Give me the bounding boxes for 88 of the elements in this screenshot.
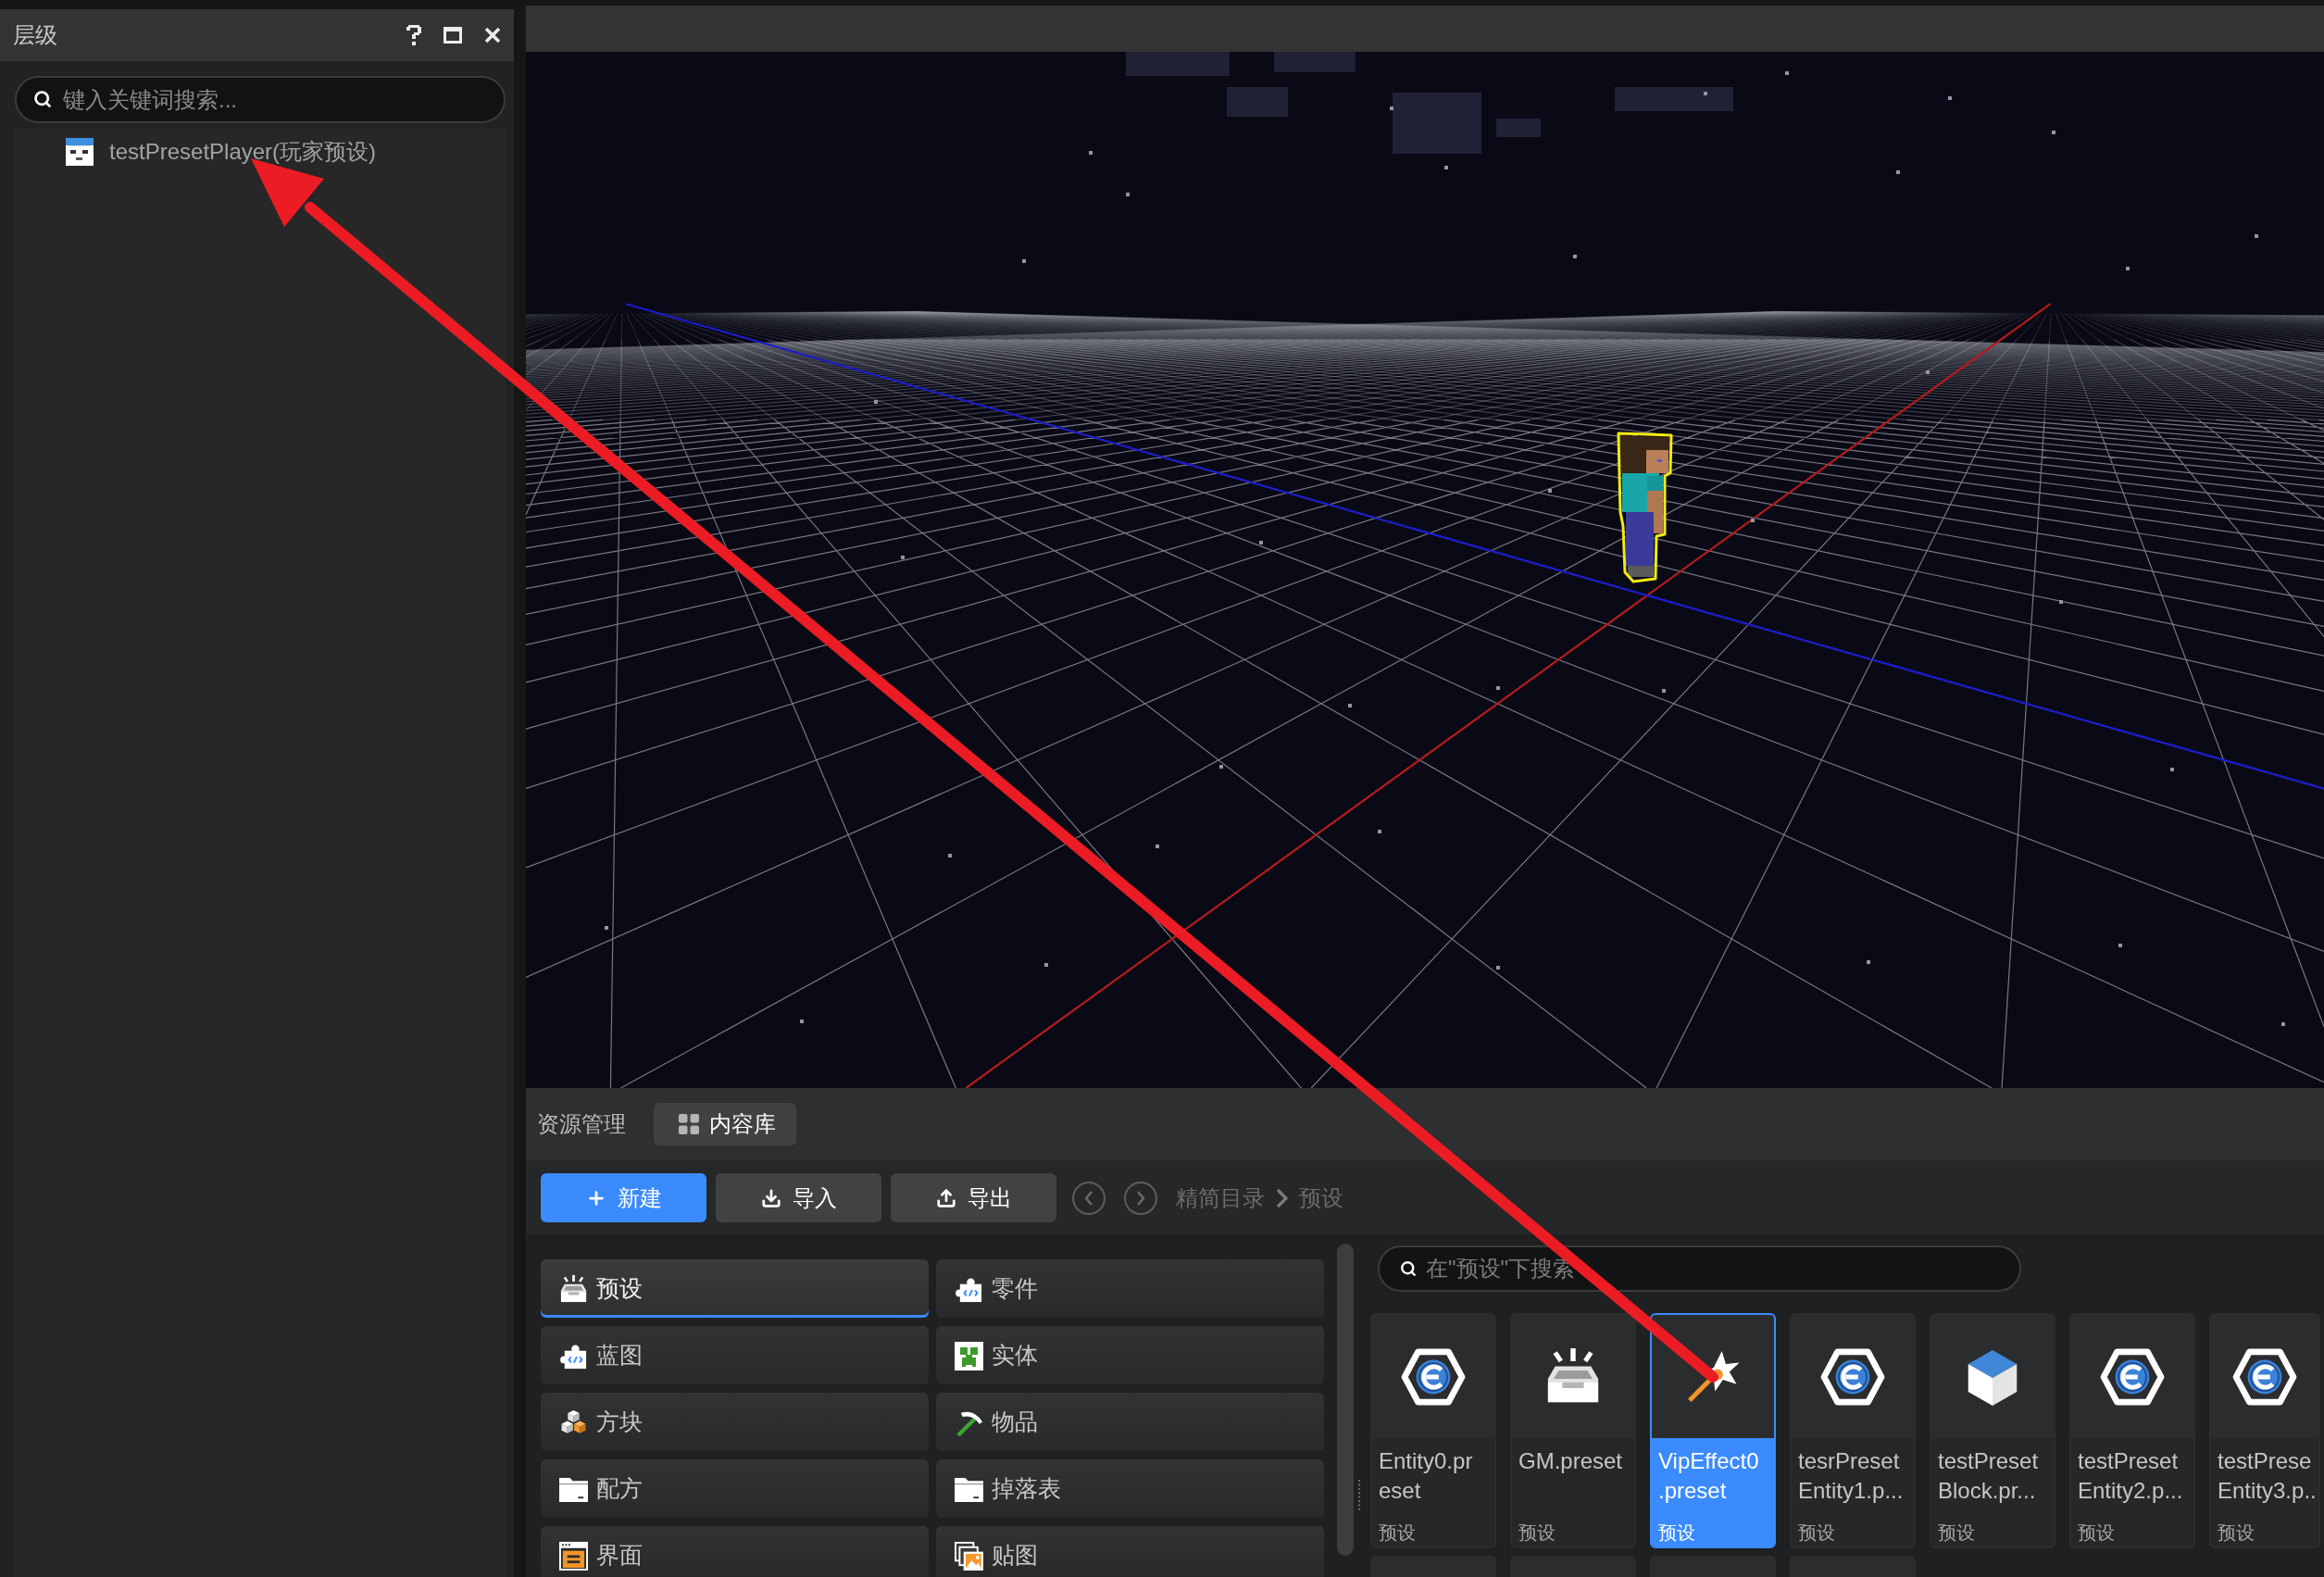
particle [2059,600,2063,604]
hexagon-icon [2100,1347,2165,1406]
search-icon [33,90,52,108]
particle [2255,234,2258,238]
particle [1704,92,1707,95]
cloud [1227,87,1288,117]
category-button[interactable]: 掉落表 [936,1459,1324,1518]
particle [1348,704,1352,707]
particle [2126,267,2130,270]
particle [901,556,905,559]
search-field[interactable]: 键入关键词搜索... [15,76,506,123]
particle [2052,131,2055,134]
puzzle-piece-icon [955,1275,983,1304]
tray-icon [559,1275,588,1304]
particle [874,400,878,404]
category-button[interactable]: 界面 [541,1526,929,1577]
hexagon-icon [2232,1347,2297,1406]
asset-tile[interactable]: tesrPreset Entity1.p... 预设 [1790,1313,1916,1548]
hexagon-icon [1401,1347,1466,1406]
monster-icon [955,1342,983,1370]
category-button[interactable]: 贴图 [936,1526,1324,1577]
particle [1089,151,1093,155]
hexagon-icon [1820,1347,1885,1406]
images-icon [955,1542,983,1571]
particle [1390,106,1393,110]
cloud [1496,119,1541,137]
particle [1662,689,1666,693]
download-icon [760,1187,781,1208]
particle [1219,765,1223,769]
particle [1896,170,1900,174]
particle [1378,830,1381,833]
panel-title: 资源管理 [537,1110,626,1138]
particle [1126,193,1130,196]
help-icon[interactable] [406,25,421,45]
chevron-right-icon [1136,1190,1145,1206]
asset-tile[interactable]: testPreset Entity2.p... 预设 [2069,1313,2195,1548]
grid-icon [679,1114,699,1134]
particle [948,854,952,857]
category-button[interactable]: 物品 [936,1393,1324,1451]
close-icon[interactable] [484,27,501,44]
resize-handle-icon[interactable] [1357,1480,1361,1511]
search-icon [1400,1260,1417,1277]
chevron-left-icon [1084,1190,1093,1206]
particle [2118,944,2122,947]
particle [1156,845,1159,848]
category-button[interactable]: 配方 [541,1459,929,1518]
particle [1496,966,1500,970]
scrollbar-thumb[interactable] [1337,1244,1354,1556]
particle [2281,1022,2285,1026]
category-button[interactable]: 预设 [541,1259,929,1318]
player-icon [65,138,94,166]
tree-item[interactable]: testPresetPlayer(玩家预设) [15,128,506,176]
particle [1259,541,1263,544]
particle [1785,71,1789,75]
puzzle-piece-icon [559,1342,588,1370]
asset-tile[interactable]: Entity0.pr eset 预设 [1370,1313,1496,1548]
breadcrumb-chevron-icon [1276,1187,1288,1208]
particle [605,926,608,930]
particle [1044,963,1048,967]
particle [2170,768,2174,771]
category-button[interactable]: 实体 [936,1326,1324,1384]
particle [1948,96,1952,100]
back-button[interactable] [1072,1181,1106,1215]
category-button[interactable]: 方块 [541,1393,929,1451]
particle [1022,259,1026,263]
asset-tile[interactable]: testPreset Block.pr... 预设 [1930,1313,2055,1548]
forward-button[interactable] [1124,1181,1157,1215]
window-icon [559,1542,588,1571]
particle [1573,255,1577,258]
particle [1496,686,1500,690]
folder-icon [559,1475,588,1504]
particle [1751,519,1755,522]
asset-tile[interactable]: GM.preset 预设 [1510,1313,1636,1548]
panel-title: 层级 [13,21,57,49]
particle [1926,370,1930,374]
maximize-icon[interactable] [444,27,462,44]
particle [800,1020,804,1023]
upload-icon [935,1187,956,1208]
particle [1444,166,1448,169]
folder-icon [955,1475,983,1504]
particle [1867,960,1870,964]
category-button[interactable]: 零件 [936,1259,1324,1318]
import-button[interactable]: 导入 [716,1173,881,1222]
library-tab[interactable]: 内容库 [654,1103,796,1145]
asset-tile[interactable]: testPrese Entity3.p.. 预设 [2209,1313,2320,1548]
category-button[interactable]: 蓝图 [541,1326,929,1384]
export-button[interactable]: 导出 [891,1173,1056,1222]
particle [1548,489,1552,493]
